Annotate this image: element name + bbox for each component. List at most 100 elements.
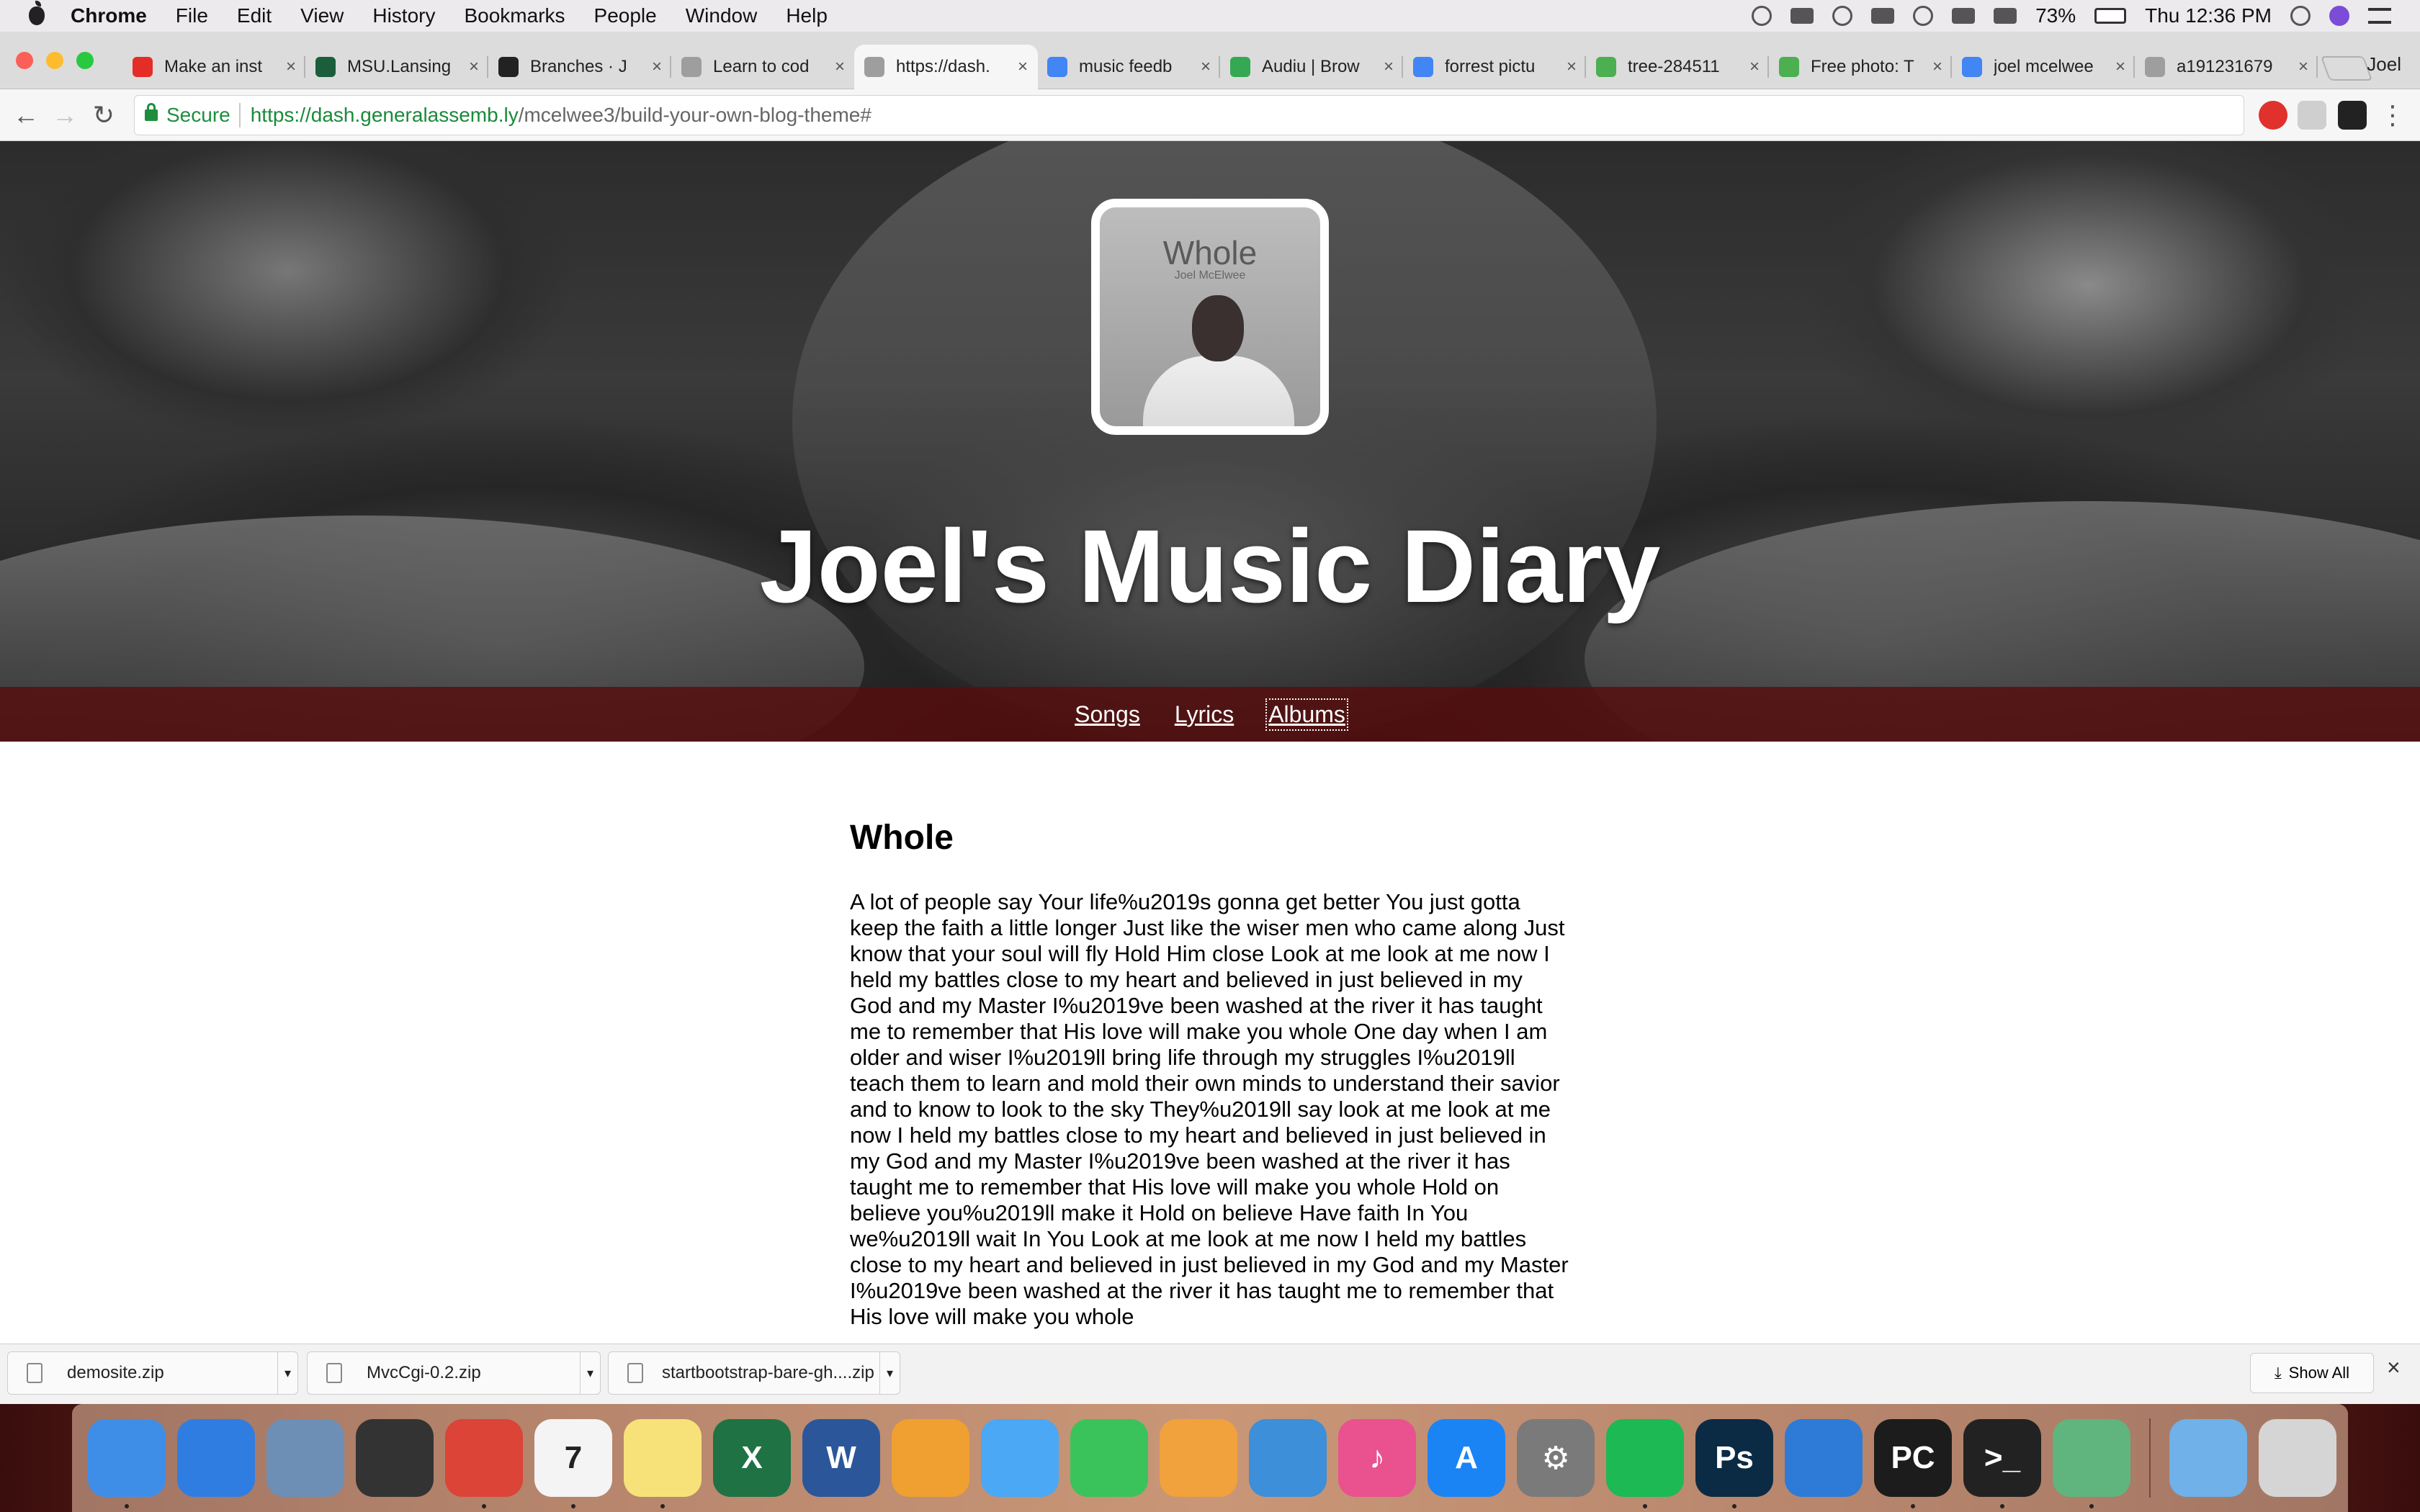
secure-label[interactable]: Secure bbox=[166, 104, 230, 127]
tab-1[interactable]: MSU.Lansing × bbox=[305, 45, 489, 89]
tab-10[interactable]: joel mcelwee × bbox=[1952, 45, 2136, 89]
system-preferences-icon[interactable]: ⚙ bbox=[1517, 1419, 1595, 1497]
battery-icon[interactable] bbox=[2094, 8, 2127, 24]
tab-7[interactable]: forrest pictu × bbox=[1403, 45, 1587, 89]
menu-chrome[interactable]: Chrome bbox=[71, 4, 147, 27]
itunes-icon[interactable]: ♪ bbox=[1338, 1419, 1416, 1497]
chevron-down-icon[interactable]: ▾ bbox=[580, 1352, 600, 1394]
battery-percent[interactable]: 73% bbox=[2035, 4, 2076, 27]
close-downloads-bar-icon[interactable]: × bbox=[2387, 1354, 2401, 1381]
tab-8[interactable]: tree-284511 × bbox=[1586, 45, 1770, 89]
safari-icon[interactable] bbox=[177, 1419, 255, 1497]
bluetooth-icon[interactable] bbox=[1913, 6, 1934, 26]
atom-icon[interactable] bbox=[2053, 1419, 2130, 1508]
xcode-icon[interactable] bbox=[1785, 1419, 1863, 1497]
app-store-icon[interactable]: A bbox=[1428, 1419, 1505, 1497]
mail-icon[interactable] bbox=[266, 1419, 344, 1497]
close-tab-icon[interactable]: × bbox=[835, 57, 845, 77]
menu-bookmarks[interactable]: Bookmarks bbox=[464, 4, 565, 27]
messages-icon[interactable] bbox=[981, 1419, 1059, 1497]
tab-4[interactable]: https://dash. × bbox=[854, 45, 1038, 89]
zoom-window-button[interactable] bbox=[76, 52, 94, 69]
amazon-extension-icon[interactable] bbox=[2338, 101, 2367, 130]
clock[interactable]: Thu 12:36 PM bbox=[2145, 4, 2272, 27]
notification-center-icon[interactable] bbox=[2368, 8, 2391, 24]
close-tab-icon[interactable]: × bbox=[1567, 57, 1577, 77]
chrome-icon[interactable] bbox=[445, 1419, 523, 1508]
trash-icon[interactable] bbox=[2259, 1419, 2336, 1497]
download-filename[interactable]: demosite.zip bbox=[67, 1363, 277, 1383]
menu-window[interactable]: Window bbox=[686, 4, 758, 27]
profile-button[interactable]: Joel bbox=[2367, 53, 2401, 76]
close-tab-icon[interactable]: × bbox=[652, 57, 662, 77]
menu-history[interactable]: History bbox=[372, 4, 435, 27]
finder-icon[interactable] bbox=[88, 1419, 166, 1508]
downloads-folder-icon[interactable] bbox=[2169, 1419, 2247, 1497]
close-tab-icon[interactable]: × bbox=[1932, 57, 1942, 77]
close-tab-icon[interactable]: × bbox=[1749, 57, 1760, 77]
tab-6[interactable]: Audiu | Brow × bbox=[1220, 45, 1404, 89]
menu-view[interactable]: View bbox=[300, 4, 344, 27]
word-icon[interactable]: W bbox=[802, 1419, 880, 1497]
tab-0[interactable]: Make an inst × bbox=[122, 45, 306, 89]
close-tab-icon[interactable]: × bbox=[286, 57, 296, 77]
url-host[interactable]: https://dash.generalassemb.ly bbox=[251, 104, 519, 127]
nav-lyrics-link[interactable]: Lyrics bbox=[1175, 701, 1234, 728]
chevron-down-icon[interactable]: ▾ bbox=[879, 1352, 900, 1394]
lock-icon[interactable] bbox=[145, 103, 158, 121]
download-filename[interactable]: MvcCgi-0.2.zip bbox=[367, 1363, 580, 1383]
logic-icon[interactable] bbox=[356, 1419, 434, 1497]
pycharm-icon[interactable]: PC bbox=[1874, 1419, 1952, 1508]
tab-3[interactable]: Learn to cod × bbox=[671, 45, 855, 89]
chevron-down-icon[interactable]: ▾ bbox=[277, 1352, 297, 1394]
airplay-icon[interactable] bbox=[1871, 8, 1895, 24]
menu-file[interactable]: File bbox=[176, 4, 208, 27]
facetime-icon[interactable] bbox=[1070, 1419, 1148, 1497]
menu-edit[interactable]: Edit bbox=[237, 4, 272, 27]
close-tab-icon[interactable]: × bbox=[1018, 57, 1028, 77]
spotlight-search-icon[interactable] bbox=[2290, 6, 2311, 26]
show-all-button[interactable]: ⤓ Show All bbox=[2250, 1353, 2374, 1393]
sync-icon[interactable] bbox=[1832, 6, 1853, 26]
close-tab-icon[interactable]: × bbox=[1384, 57, 1394, 77]
reload-button[interactable]: ↻ bbox=[86, 98, 121, 132]
terminal-icon[interactable]: >_ bbox=[1963, 1419, 2041, 1508]
volume-icon[interactable] bbox=[1994, 8, 2017, 24]
address-bar[interactable]: Secure https://dash.generalassemb.ly/mce… bbox=[134, 95, 2369, 135]
excel-icon[interactable]: X bbox=[713, 1419, 791, 1497]
back-button[interactable]: ← bbox=[9, 98, 43, 132]
keynote-icon[interactable] bbox=[1249, 1419, 1327, 1497]
nav-songs-link[interactable]: Songs bbox=[1075, 701, 1140, 728]
calendar-icon[interactable]: 7 bbox=[534, 1419, 612, 1508]
chrome-menu-icon[interactable]: ⋮ bbox=[2375, 98, 2410, 132]
wifi-icon[interactable] bbox=[1952, 8, 1976, 24]
photos-icon[interactable] bbox=[892, 1419, 969, 1497]
download-item[interactable]: MvcCgi-0.2.zip ▾ bbox=[307, 1351, 601, 1395]
nav-albums-link[interactable]: Albums bbox=[1265, 698, 1348, 731]
minimize-window-button[interactable] bbox=[46, 52, 63, 69]
close-window-button[interactable] bbox=[16, 52, 33, 69]
photoshop-icon[interactable]: Ps bbox=[1695, 1419, 1773, 1508]
tab-11[interactable]: a191231679 × bbox=[2135, 45, 2318, 89]
cast-extension-icon[interactable] bbox=[2298, 101, 2326, 130]
tab-5[interactable]: music feedb × bbox=[1037, 45, 1221, 89]
url-path[interactable]: /mcelwee3/build-your-own-blog-theme# bbox=[519, 104, 871, 127]
close-tab-icon[interactable]: × bbox=[2298, 57, 2308, 77]
close-tab-icon[interactable]: × bbox=[469, 57, 479, 77]
notes-icon[interactable] bbox=[624, 1419, 702, 1508]
new-tab-button[interactable] bbox=[2320, 56, 2373, 81]
siri-icon[interactable] bbox=[2329, 6, 2349, 26]
tab-2[interactable]: Branches · J × bbox=[488, 45, 672, 89]
cloud-upload-icon[interactable] bbox=[1791, 8, 1814, 24]
close-tab-icon[interactable]: × bbox=[1201, 57, 1211, 77]
creative-cloud-icon[interactable] bbox=[1752, 6, 1773, 26]
opera-extension-icon[interactable] bbox=[2259, 101, 2287, 130]
menu-help[interactable]: Help bbox=[786, 4, 828, 27]
close-tab-icon[interactable]: × bbox=[2115, 57, 2125, 77]
spotify-icon[interactable] bbox=[1606, 1419, 1684, 1508]
tab-9[interactable]: Free photo: T × bbox=[1769, 45, 1953, 89]
forward-button[interactable]: → bbox=[48, 98, 82, 132]
apple-icon[interactable] bbox=[29, 1, 45, 25]
menu-people[interactable]: People bbox=[594, 4, 657, 27]
download-item[interactable]: demosite.zip ▾ bbox=[7, 1351, 298, 1395]
